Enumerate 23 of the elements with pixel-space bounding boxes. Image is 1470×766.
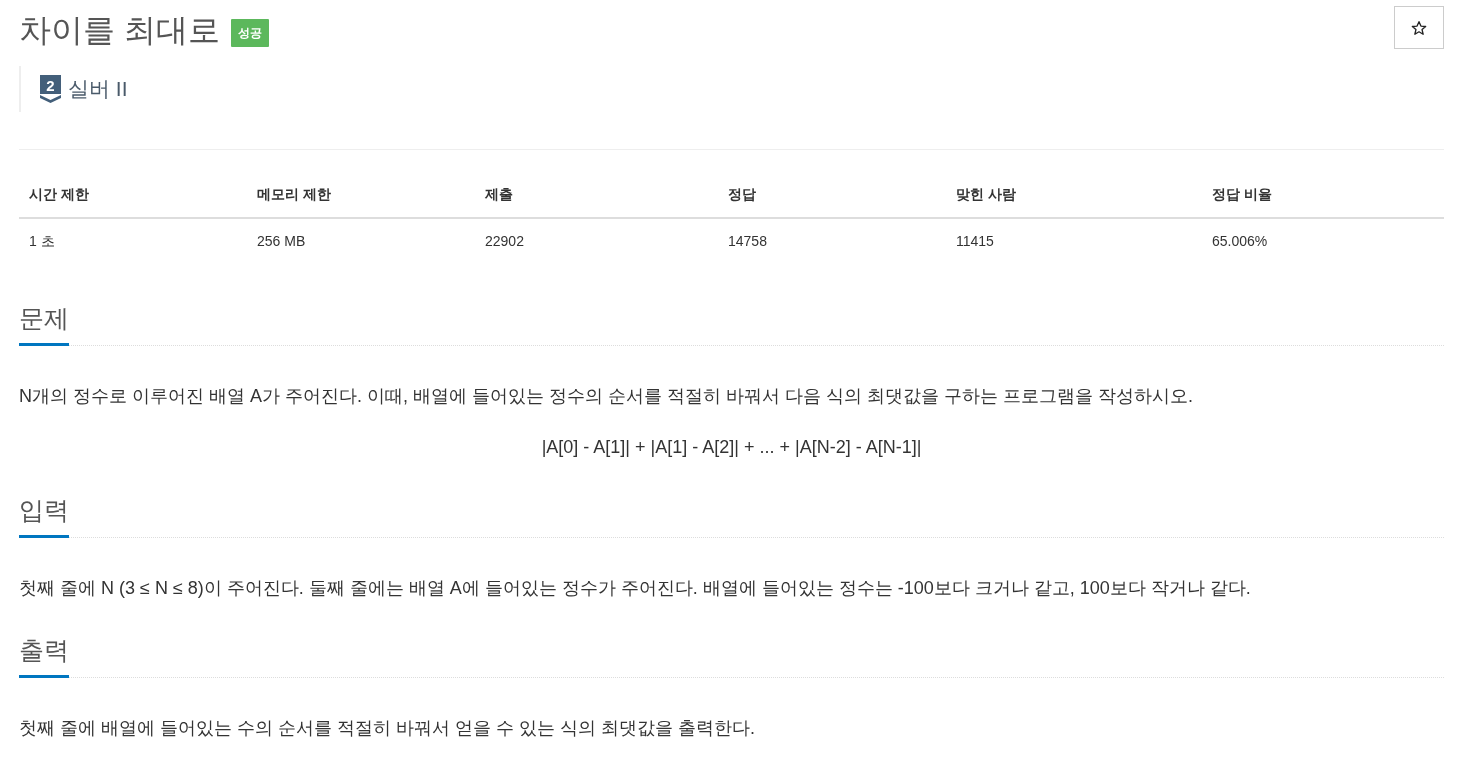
result-badge: 성공 bbox=[230, 19, 269, 47]
problem-text: N개의 정수로 이루어진 배열 A가 주어진다. 이때, 배열에 들어있는 정수의 순서를 적절히 바꿔서 다음 식의 최댓값을 구하는 프로그램을 작성하시오. bbox=[19, 385, 1195, 408]
column-header: 제출 bbox=[475, 180, 718, 218]
problem-text: 첫째 줄에 배열에 들어있는 수의 순서를 적절히 바꿔서 얻을 수 있는 식의 최댓값을 출력한다. bbox=[19, 717, 756, 741]
table-cell: 256 MB bbox=[247, 218, 475, 264]
problem-text: 첫째 줄에 N (3 ≤ N ≤ 8)이 주어진다. 둘째 줄에는 배열 A에 들어있는 정수가 주어진다. 배열에 들어있는 정수는 -100보다 크거나 같고, 100보다 작거나 같다. bbox=[19, 576, 1252, 600]
table-cell: 14758 bbox=[718, 218, 946, 264]
section-heading: 입력 bbox=[19, 492, 69, 538]
table-cell: 65.006% bbox=[1202, 218, 1444, 264]
formula: |A[0] - A[1]| + |A[1] - A[2]| + ... + |A[N-2] - A[N-1]| bbox=[540, 435, 923, 459]
column-header: 시간 제한 bbox=[19, 180, 247, 218]
section-heading: 문제 bbox=[19, 301, 69, 346]
column-header: 맞힌 사람 bbox=[946, 180, 1202, 218]
favorite-button[interactable] bbox=[1394, 6, 1444, 49]
column-header: 메모리 제한 bbox=[247, 180, 475, 218]
tier-name: 실버 II bbox=[68, 76, 128, 102]
table-cell: 11415 bbox=[946, 218, 1202, 264]
table-cell: 22902 bbox=[475, 218, 718, 264]
section-heading: 출력 bbox=[19, 633, 69, 679]
table-cell: 1 초 bbox=[19, 218, 247, 264]
column-header: 정답 비율 bbox=[1202, 180, 1444, 218]
problem-title: 차이를 최대로 bbox=[19, 11, 220, 50]
column-header: 정답 bbox=[718, 180, 946, 218]
